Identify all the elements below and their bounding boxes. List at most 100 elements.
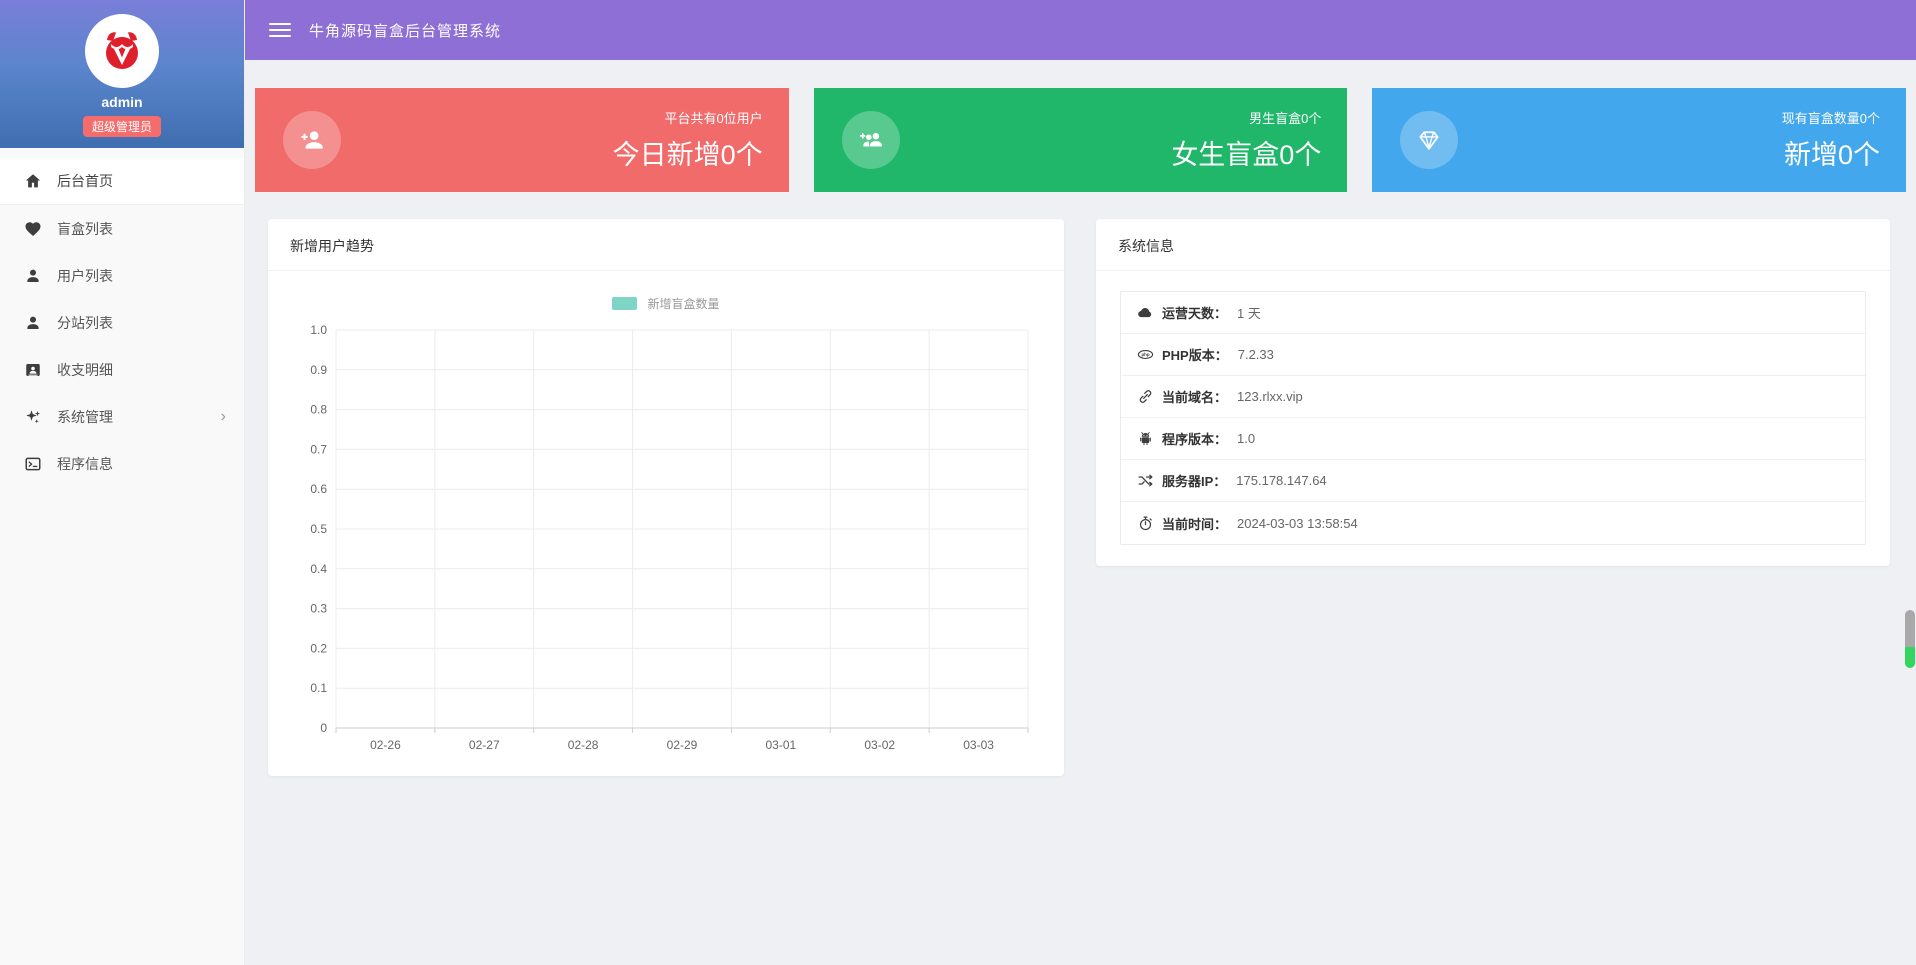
panels-row: 新增用户趋势 新增盲盒数量 00.10.20.30.40.50.60.70.80… xyxy=(268,219,1890,776)
svg-text:php: php xyxy=(1141,352,1149,357)
group-add-icon xyxy=(842,111,900,169)
svg-text:02-26: 02-26 xyxy=(370,738,401,752)
sidebar-item-label: 用户列表 xyxy=(57,266,226,286)
system-panel-title: 系统信息 xyxy=(1096,219,1890,271)
system-row-value: 1.0 xyxy=(1237,431,1255,446)
system-info-list: 运营天数： 1 天 php PHP版本： 7.2.33 当前域名： 123.rl… xyxy=(1120,291,1866,545)
app-logo xyxy=(85,14,159,88)
main-content: 平台共有0位用户 今日新增0个 男生盲盒0个 女生盲盒0个 现有盲盒数量0个 新… xyxy=(245,60,1916,965)
chart-area: 0 0.1 0.2 0.3 0.4 0.5 0.6 0.7 0.8 0.9 1.0 02-26 02-2… xyxy=(268,312,1064,766)
username: admin xyxy=(0,94,244,110)
user-icon xyxy=(24,267,42,285)
scrollbar-thumb[interactable] xyxy=(1905,610,1915,647)
stat-card-title: 今日新增0个 xyxy=(613,133,763,172)
system-row-label: 程序版本： xyxy=(1162,429,1227,448)
shuffle-icon xyxy=(1137,472,1154,489)
svg-text:0: 0 xyxy=(320,721,327,735)
svg-text:02-27: 02-27 xyxy=(469,738,500,752)
svg-text:0.5: 0.5 xyxy=(310,522,327,536)
user-icon xyxy=(24,314,42,332)
php-icon: php xyxy=(1137,346,1154,363)
system-row-label: 当前时间： xyxy=(1162,514,1227,533)
terminal-icon xyxy=(24,455,42,473)
svg-text:02-28: 02-28 xyxy=(568,738,599,752)
sidebar-item-box-list[interactable]: 盲盒列表 xyxy=(0,205,244,252)
trend-chart-panel: 新增用户趋势 新增盲盒数量 00.10.20.30.40.50.60.70.80… xyxy=(268,219,1064,776)
svg-text:02-29: 02-29 xyxy=(667,738,698,752)
person-add-icon xyxy=(283,111,341,169)
legend-label: 新增盲盒数量 xyxy=(647,295,719,312)
trend-chart: 0 0.1 0.2 0.3 0.4 0.5 0.6 0.7 0.8 0.9 1.0 02-26 02-2… xyxy=(288,318,1044,766)
sidebar-item-system-management[interactable]: 系统管理 › xyxy=(0,393,244,440)
system-row-value: 7.2.33 xyxy=(1238,347,1274,362)
system-row-label: 服务器IP： xyxy=(1162,471,1226,490)
stat-card-subtitle: 现有盲盒数量0个 xyxy=(1782,108,1880,127)
svg-text:0.8: 0.8 xyxy=(310,403,327,417)
stat-cards-row: 平台共有0位用户 今日新增0个 男生盲盒0个 女生盲盒0个 现有盲盒数量0个 新… xyxy=(245,60,1916,192)
sidebar-item-label: 分站列表 xyxy=(57,313,226,333)
system-row-program-version: 程序版本： 1.0 xyxy=(1121,418,1865,460)
svg-text:0.1: 0.1 xyxy=(310,681,327,695)
page-scrollbar[interactable] xyxy=(1905,610,1915,668)
app-title: 牛角源码盲盒后台管理系统 xyxy=(309,20,501,41)
stat-card-title: 新增0个 xyxy=(1782,133,1880,172)
system-info-panel: 系统信息 运营天数： 1 天 php PHP版本： 7.2.33 xyxy=(1096,219,1890,566)
timer-icon xyxy=(1137,515,1154,532)
chevron-right-icon: › xyxy=(221,409,226,425)
sidebar-item-label: 系统管理 xyxy=(57,407,221,427)
svg-text:0.2: 0.2 xyxy=(310,641,327,655)
sidebar-item-finance-detail[interactable]: 收支明细 xyxy=(0,346,244,393)
legend-swatch xyxy=(612,297,637,310)
chart-panel-title: 新增用户趋势 xyxy=(268,219,1064,271)
system-row-value: 123.rlxx.vip xyxy=(1237,389,1303,404)
heart-icon xyxy=(24,220,42,238)
role-badge: 超级管理员 xyxy=(83,116,161,137)
svg-text:03-01: 03-01 xyxy=(766,738,797,752)
sidebar: admin 超级管理员 后台首页 盲盒列表 用户列表 分站列表 xyxy=(0,0,245,965)
stat-card-box-count[interactable]: 现有盲盒数量0个 新增0个 xyxy=(1372,88,1906,192)
home-icon xyxy=(24,172,42,190)
system-row-uptime: 运营天数： 1 天 xyxy=(1121,292,1865,334)
bull-logo-icon xyxy=(98,27,146,75)
sidebar-item-dashboard[interactable]: 后台首页 xyxy=(0,158,244,205)
scrollbar-indicator xyxy=(1905,647,1915,668)
hamburger-menu-icon[interactable] xyxy=(269,19,291,40)
stat-card-text: 平台共有0位用户 今日新增0个 xyxy=(613,108,763,172)
system-row-label: PHP版本： xyxy=(1162,345,1228,364)
chart-legend[interactable]: 新增盲盒数量 xyxy=(268,295,1064,312)
stat-card-users[interactable]: 平台共有0位用户 今日新增0个 xyxy=(255,88,789,192)
system-row-server-ip: 服务器IP： 175.178.147.64 xyxy=(1121,460,1865,502)
system-row-value: 1 天 xyxy=(1237,303,1261,322)
stat-card-text: 现有盲盒数量0个 新增0个 xyxy=(1782,108,1880,172)
svg-text:0.6: 0.6 xyxy=(310,482,327,496)
system-row-label: 运营天数： xyxy=(1162,303,1227,322)
sparkles-icon xyxy=(24,408,42,426)
sidebar-item-substation-list[interactable]: 分站列表 xyxy=(0,299,244,346)
system-row-domain: 当前域名： 123.rlxx.vip xyxy=(1121,376,1865,418)
cloud-icon xyxy=(1137,304,1154,321)
stat-card-boxes-gender[interactable]: 男生盲盒0个 女生盲盒0个 xyxy=(814,88,1348,192)
system-row-label: 当前域名： xyxy=(1162,387,1227,406)
topbar: 牛角源码盲盒后台管理系统 xyxy=(245,0,1916,60)
svg-text:0.9: 0.9 xyxy=(310,363,327,377)
stat-card-subtitle: 平台共有0位用户 xyxy=(613,108,763,127)
svg-text:1.0: 1.0 xyxy=(310,323,327,337)
svg-text:0.3: 0.3 xyxy=(310,602,327,616)
svg-text:03-03: 03-03 xyxy=(963,738,994,752)
stat-card-subtitle: 男生盲盒0个 xyxy=(1171,108,1321,127)
system-row-php-version: php PHP版本： 7.2.33 xyxy=(1121,334,1865,376)
sidebar-item-label: 盲盒列表 xyxy=(57,219,226,239)
svg-text:0.4: 0.4 xyxy=(310,562,327,576)
diamond-icon xyxy=(1400,111,1458,169)
sidebar-item-label: 收支明细 xyxy=(57,360,226,380)
android-icon xyxy=(1137,430,1154,447)
sidebar-item-program-info[interactable]: 程序信息 xyxy=(0,440,244,487)
sidebar-menu: 后台首页 盲盒列表 用户列表 分站列表 收支明细 xyxy=(0,148,244,487)
stat-card-title: 女生盲盒0个 xyxy=(1171,133,1321,172)
stat-card-text: 男生盲盒0个 女生盲盒0个 xyxy=(1171,108,1321,172)
contact-card-icon xyxy=(24,361,42,379)
sidebar-item-user-list[interactable]: 用户列表 xyxy=(0,252,244,299)
sidebar-item-label: 程序信息 xyxy=(57,454,226,474)
system-row-current-time: 当前时间： 2024-03-03 13:58:54 xyxy=(1121,502,1865,544)
svg-text:0.7: 0.7 xyxy=(310,442,327,456)
